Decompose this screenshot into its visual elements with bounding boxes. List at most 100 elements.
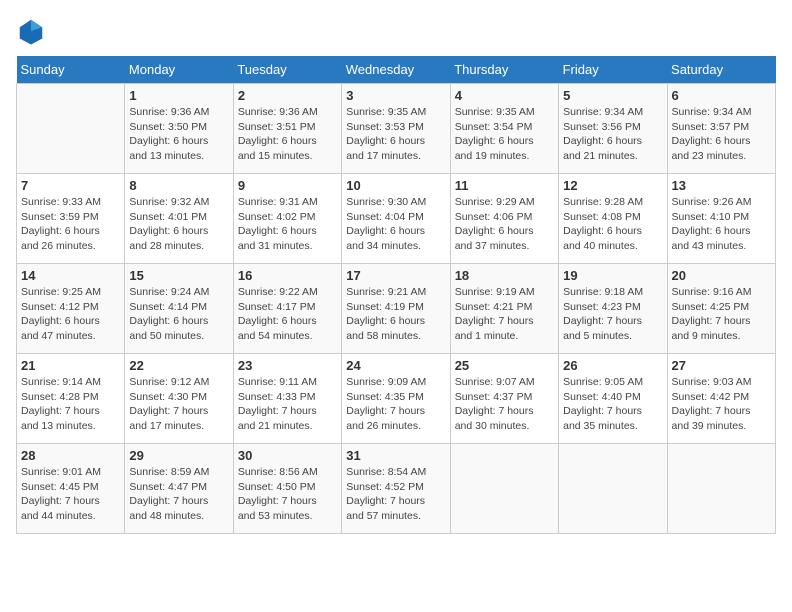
day-info: Sunrise: 9:30 AM Sunset: 4:04 PM Dayligh…: [346, 195, 445, 254]
header-sunday: Sunday: [17, 56, 125, 84]
calendar-cell: 13 Sunrise: 9:26 AM Sunset: 4:10 PM Dayli…: [667, 174, 775, 264]
day-info: Sunrise: 9:33 AM Sunset: 3:59 PM Dayligh…: [21, 195, 120, 254]
calendar-cell: [667, 444, 775, 534]
day-info: Sunrise: 9:35 AM Sunset: 3:54 PM Dayligh…: [455, 105, 554, 164]
week-row-4: 21 Sunrise: 9:14 AM Sunset: 4:28 PM Dayli…: [17, 354, 776, 444]
calendar-cell: 11 Sunrise: 9:29 AM Sunset: 4:06 PM Dayli…: [450, 174, 558, 264]
day-info: Sunrise: 9:11 AM Sunset: 4:33 PM Dayligh…: [238, 375, 337, 434]
day-info: Sunrise: 9:16 AM Sunset: 4:25 PM Dayligh…: [672, 285, 771, 344]
calendar-table: SundayMondayTuesdayWednesdayThursdayFrid…: [16, 56, 776, 534]
calendar-cell: 21 Sunrise: 9:14 AM Sunset: 4:28 PM Dayli…: [17, 354, 125, 444]
day-info: Sunrise: 9:22 AM Sunset: 4:17 PM Dayligh…: [238, 285, 337, 344]
calendar-cell: 23 Sunrise: 9:11 AM Sunset: 4:33 PM Dayli…: [233, 354, 341, 444]
day-info: Sunrise: 9:14 AM Sunset: 4:28 PM Dayligh…: [21, 375, 120, 434]
day-info: Sunrise: 9:03 AM Sunset: 4:42 PM Dayligh…: [672, 375, 771, 434]
day-info: Sunrise: 9:34 AM Sunset: 3:56 PM Dayligh…: [563, 105, 662, 164]
calendar-cell: 29 Sunrise: 8:59 AM Sunset: 4:47 PM Dayli…: [125, 444, 233, 534]
day-info: Sunrise: 9:25 AM Sunset: 4:12 PM Dayligh…: [21, 285, 120, 344]
day-info: Sunrise: 9:12 AM Sunset: 4:30 PM Dayligh…: [129, 375, 228, 434]
day-info: Sunrise: 9:01 AM Sunset: 4:45 PM Dayligh…: [21, 465, 120, 524]
calendar-cell: 8Sunrise: 9:32 AM Sunset: 4:01 PM Daylig…: [125, 174, 233, 264]
page-header: [16, 16, 776, 46]
day-info: Sunrise: 9:24 AM Sunset: 4:14 PM Dayligh…: [129, 285, 228, 344]
day-info: Sunrise: 9:21 AM Sunset: 4:19 PM Dayligh…: [346, 285, 445, 344]
day-number: 29: [129, 448, 228, 463]
week-row-1: 1Sunrise: 9:36 AM Sunset: 3:50 PM Daylig…: [17, 84, 776, 174]
day-number: 15: [129, 268, 228, 283]
calendar-cell: 14 Sunrise: 9:25 AM Sunset: 4:12 PM Dayli…: [17, 264, 125, 354]
calendar-cell: [450, 444, 558, 534]
day-number: 13: [672, 178, 771, 193]
day-number: 9: [238, 178, 337, 193]
day-number: 11: [455, 178, 554, 193]
header-monday: Monday: [125, 56, 233, 84]
logo: [16, 16, 50, 46]
day-info: Sunrise: 8:54 AM Sunset: 4:52 PM Dayligh…: [346, 465, 445, 524]
calendar-cell: 17 Sunrise: 9:21 AM Sunset: 4:19 PM Dayli…: [342, 264, 450, 354]
day-info: Sunrise: 9:19 AM Sunset: 4:21 PM Dayligh…: [455, 285, 554, 344]
day-number: 25: [455, 358, 554, 373]
calendar-cell: 2 Sunrise: 9:36 AM Sunset: 3:51 PM Daylig…: [233, 84, 341, 174]
header-friday: Friday: [559, 56, 667, 84]
day-number: 28: [21, 448, 120, 463]
day-number: 2: [238, 88, 337, 103]
week-row-2: 7 Sunrise: 9:33 AM Sunset: 3:59 PM Daylig…: [17, 174, 776, 264]
day-info: Sunrise: 9:07 AM Sunset: 4:37 PM Dayligh…: [455, 375, 554, 434]
calendar-header-row: SundayMondayTuesdayWednesdayThursdayFrid…: [17, 56, 776, 84]
day-info: Sunrise: 9:35 AM Sunset: 3:53 PM Dayligh…: [346, 105, 445, 164]
day-info: Sunrise: 8:59 AM Sunset: 4:47 PM Dayligh…: [129, 465, 228, 524]
calendar-cell: 5 Sunrise: 9:34 AM Sunset: 3:56 PM Daylig…: [559, 84, 667, 174]
day-info: Sunrise: 9:18 AM Sunset: 4:23 PM Dayligh…: [563, 285, 662, 344]
day-number: 23: [238, 358, 337, 373]
header-tuesday: Tuesday: [233, 56, 341, 84]
day-number: 17: [346, 268, 445, 283]
day-number: 3: [346, 88, 445, 103]
calendar-cell: 22 Sunrise: 9:12 AM Sunset: 4:30 PM Dayli…: [125, 354, 233, 444]
day-number: 21: [21, 358, 120, 373]
day-number: 12: [563, 178, 662, 193]
day-number: 26: [563, 358, 662, 373]
calendar-cell: 30 Sunrise: 8:56 AM Sunset: 4:50 PM Dayli…: [233, 444, 341, 534]
day-info: Sunrise: 9:32 AM Sunset: 4:01 PM Dayligh…: [129, 195, 228, 254]
day-number: 19: [563, 268, 662, 283]
day-info: Sunrise: 9:28 AM Sunset: 4:08 PM Dayligh…: [563, 195, 662, 254]
day-info: Sunrise: 9:36 AM Sunset: 3:51 PM Dayligh…: [238, 105, 337, 164]
calendar-cell: 28 Sunrise: 9:01 AM Sunset: 4:45 PM Dayli…: [17, 444, 125, 534]
calendar-cell: 12 Sunrise: 9:28 AM Sunset: 4:08 PM Dayli…: [559, 174, 667, 264]
week-row-5: 28 Sunrise: 9:01 AM Sunset: 4:45 PM Dayli…: [17, 444, 776, 534]
day-number: 6: [672, 88, 771, 103]
calendar-cell: [559, 444, 667, 534]
day-info: Sunrise: 8:56 AM Sunset: 4:50 PM Dayligh…: [238, 465, 337, 524]
calendar-cell: 31 Sunrise: 8:54 AM Sunset: 4:52 PM Dayli…: [342, 444, 450, 534]
calendar-cell: 7 Sunrise: 9:33 AM Sunset: 3:59 PM Daylig…: [17, 174, 125, 264]
day-number: 22: [129, 358, 228, 373]
logo-icon: [16, 16, 46, 46]
calendar-cell: 15 Sunrise: 9:24 AM Sunset: 4:14 PM Dayli…: [125, 264, 233, 354]
day-number: 14: [21, 268, 120, 283]
day-info: Sunrise: 9:09 AM Sunset: 4:35 PM Dayligh…: [346, 375, 445, 434]
calendar-cell: 16Sunrise: 9:22 AM Sunset: 4:17 PM Dayli…: [233, 264, 341, 354]
calendar-cell: 26Sunrise: 9:05 AM Sunset: 4:40 PM Dayli…: [559, 354, 667, 444]
day-number: 24: [346, 358, 445, 373]
day-number: 31: [346, 448, 445, 463]
calendar-cell: 25 Sunrise: 9:07 AM Sunset: 4:37 PM Dayli…: [450, 354, 558, 444]
day-info: Sunrise: 9:34 AM Sunset: 3:57 PM Dayligh…: [672, 105, 771, 164]
day-number: 27: [672, 358, 771, 373]
day-number: 4: [455, 88, 554, 103]
header-wednesday: Wednesday: [342, 56, 450, 84]
day-number: 30: [238, 448, 337, 463]
day-info: Sunrise: 9:29 AM Sunset: 4:06 PM Dayligh…: [455, 195, 554, 254]
calendar-cell: 6 Sunrise: 9:34 AM Sunset: 3:57 PM Daylig…: [667, 84, 775, 174]
day-number: 5: [563, 88, 662, 103]
calendar-cell: [17, 84, 125, 174]
day-number: 7: [21, 178, 120, 193]
day-info: Sunrise: 9:26 AM Sunset: 4:10 PM Dayligh…: [672, 195, 771, 254]
calendar-cell: 1Sunrise: 9:36 AM Sunset: 3:50 PM Daylig…: [125, 84, 233, 174]
day-number: 18: [455, 268, 554, 283]
calendar-cell: 18 Sunrise: 9:19 AM Sunset: 4:21 PM Dayli…: [450, 264, 558, 354]
header-thursday: Thursday: [450, 56, 558, 84]
day-number: 1: [129, 88, 228, 103]
calendar-cell: 4 Sunrise: 9:35 AM Sunset: 3:54 PM Daylig…: [450, 84, 558, 174]
calendar-cell: 27 Sunrise: 9:03 AM Sunset: 4:42 PM Dayli…: [667, 354, 775, 444]
day-number: 20: [672, 268, 771, 283]
